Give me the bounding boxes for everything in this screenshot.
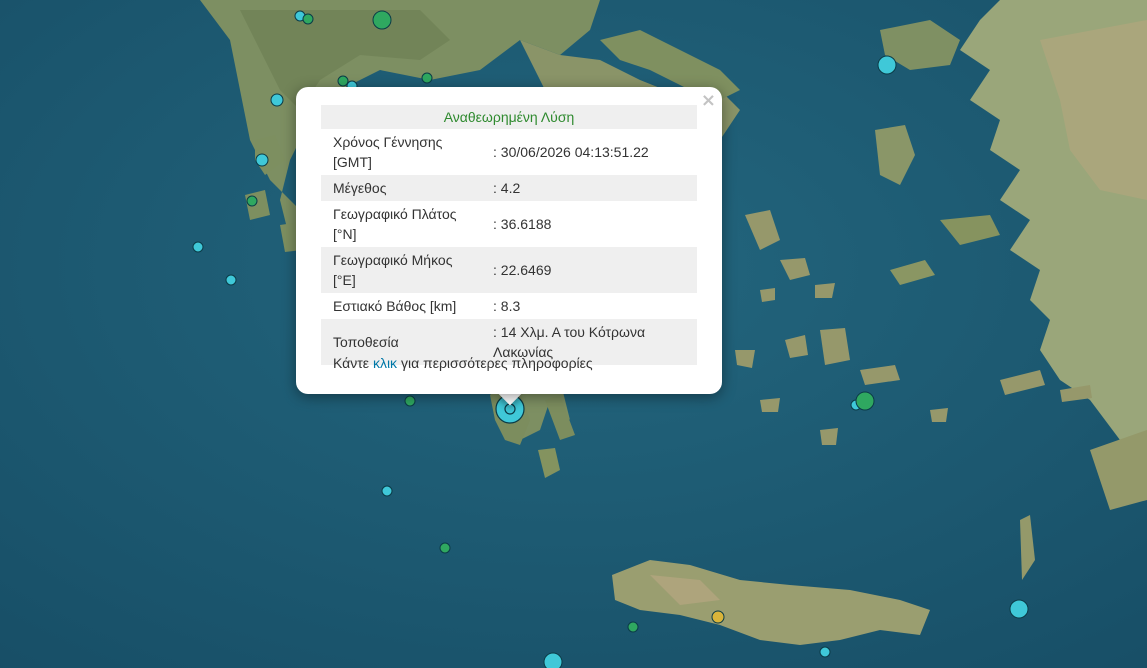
more-info-prefix: Κάντε [333,355,370,371]
earthquake-marker[interactable] [255,153,269,167]
more-info-suffix: για περισσότερες πληροφορίες [400,355,593,371]
earthquake-marker[interactable] [372,10,392,30]
earthquake-marker[interactable] [302,13,314,25]
table-row: Μέγεθος : 4.2 [321,175,697,201]
close-icon[interactable]: × [701,91,716,111]
earthquake-marker[interactable] [225,274,237,286]
earthquake-marker[interactable] [421,72,433,84]
more-info-line: Κάντε κλικ για περισσότερες πληροφορίες [333,355,593,371]
earthquake-marker[interactable] [246,195,258,207]
earthquake-marker[interactable] [877,55,897,75]
selected-earthquake-marker[interactable] [504,403,516,415]
earthquake-marker[interactable] [270,93,284,107]
earthquake-marker[interactable] [192,241,204,253]
earthquake-marker[interactable] [381,485,393,497]
earthquake-marker[interactable] [337,75,349,87]
row-value-origin-time: : 30/06/2026 04:13:51.22 [493,144,649,160]
row-key-magnitude: Μέγεθος [321,175,481,201]
table-row: Γεωγραφικό Πλάτος [°N] : 36.6188 [321,201,697,247]
more-info-link[interactable]: κλικ [373,355,397,371]
table-row: Γεωγραφικό Μήκος [°E] : 22.6469 [321,247,697,293]
earthquake-marker[interactable] [711,610,725,624]
earthquake-marker[interactable] [1009,599,1029,619]
earthquake-marker[interactable] [439,542,451,554]
row-key-depth: Εστιακό Βάθος [km] [333,298,457,314]
earthquake-info-table: Αναθεωρημένη Λύση Χρόνος Γέννησης [GMT] … [321,105,697,365]
row-key-longitude: Γεωγραφικό Μήκος [°E] [321,247,481,293]
earthquake-marker[interactable] [855,391,875,411]
row-value-depth: : 8.3 [493,298,521,314]
row-value-magnitude: : 4.2 [481,175,697,201]
table-row: Εστιακό Βάθος [km] : 8.3 [321,293,697,319]
earthquake-marker[interactable] [819,646,831,658]
row-value-latitude: : 36.6188 [493,216,552,232]
table-row: Χρόνος Γέννησης [GMT] : 30/06/2026 04:13… [321,129,697,175]
earthquake-popup: × Αναθεωρημένη Λύση Χρόνος Γέννησης [GMT… [296,87,722,394]
earthquake-marker[interactable] [404,395,416,407]
row-key-origin-time: Χρόνος Γέννησης [GMT] [333,134,443,170]
popup-title: Αναθεωρημένη Λύση [321,105,697,129]
earthquake-marker[interactable] [627,621,639,633]
row-value-longitude: : 22.6469 [481,247,697,293]
row-key-latitude: Γεωγραφικό Πλάτος [°N] [333,206,457,242]
earthquake-marker[interactable] [543,652,563,668]
